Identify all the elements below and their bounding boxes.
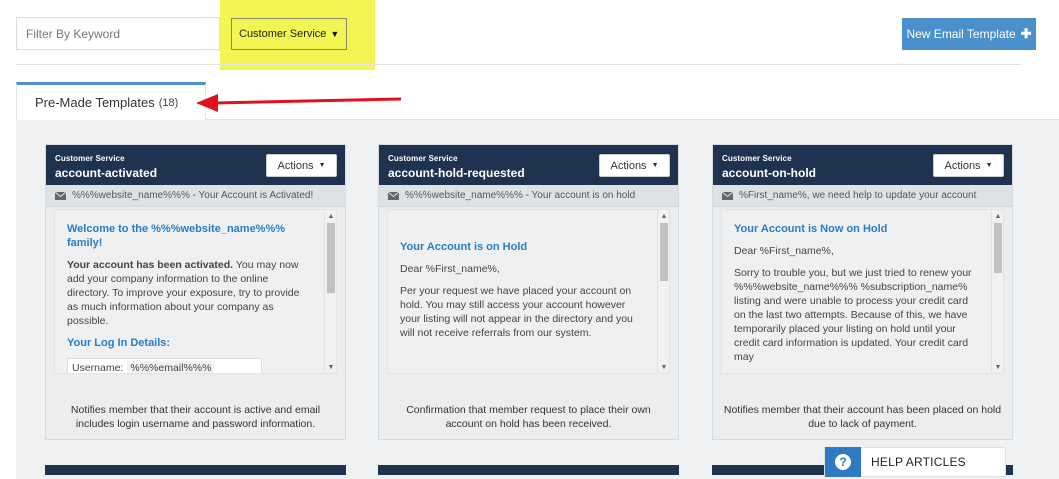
card-description: Confirmation that member request to plac… [406, 404, 651, 430]
caret-down-icon: ▼ [318, 162, 326, 169]
card-description: Notifies member that their account is ac… [70, 404, 321, 430]
email-preview[interactable]: Your Account is on Hold Dear %First_name… [387, 209, 670, 374]
preview-paragraph: Your account has been activated. You may… [67, 258, 306, 328]
email-subject-text: %%%website_name%%% - Your account is on … [405, 190, 636, 201]
toolbar-divider [16, 64, 1021, 65]
caret-down-icon: ▼ [330, 29, 340, 39]
preview-sub-heading: Your Log In Details: [67, 337, 171, 349]
preview-username-field: Username: %%%email%%% [67, 358, 262, 374]
scroll-up-icon[interactable]: ▲ [992, 210, 1003, 222]
email-subject: %First_name%, we need help to update you… [713, 185, 1012, 207]
scroll-up-icon[interactable]: ▲ [325, 210, 336, 222]
template-card-account-hold-requested: Customer Service account-hold-requested … [378, 144, 679, 440]
tab-pre-made-templates[interactable]: Pre-Made Templates (18) [16, 82, 206, 120]
help-articles-label: HELP ARTICLES [871, 455, 966, 469]
card-header: Customer Service account-hold-requested … [379, 145, 678, 185]
red-arrow-annotation [196, 94, 402, 112]
template-card-next-row [45, 465, 346, 475]
scroll-thumb[interactable] [994, 223, 1002, 273]
scroll-thumb[interactable] [327, 223, 335, 293]
preview-field-label: Username: [72, 362, 124, 374]
actions-label: Actions [944, 159, 981, 172]
email-preview[interactable]: Your Account is Now on Hold Dear %First_… [721, 209, 1004, 374]
template-card-next-row [378, 465, 679, 475]
template-card-account-activated: Customer Service account-activated Actio… [45, 144, 346, 440]
preview-greeting: Dear %First_name%, [400, 263, 500, 275]
scroll-thumb[interactable] [660, 223, 668, 281]
scroll-down-icon[interactable]: ▼ [992, 361, 1003, 373]
preview-scrollbar[interactable]: ▲ ▼ [324, 210, 336, 373]
email-subject-text: %%%website_name%%% - Your Account is Act… [72, 190, 314, 201]
preview-scrollbar[interactable]: ▲ ▼ [991, 210, 1003, 373]
tab-label: Pre-Made Templates [35, 95, 155, 110]
keyword-filter-input[interactable] [16, 17, 220, 50]
envelope-icon [722, 191, 733, 200]
caret-down-icon: ▼ [651, 162, 659, 169]
template-card-account-on-hold: Customer Service account-on-hold Actions… [712, 144, 1013, 440]
preview-paragraph-text: Sorry to trouble you, but we just tried … [734, 267, 972, 363]
actions-label: Actions [610, 159, 647, 172]
card-header: Customer Service account-on-hold Actions… [713, 145, 1012, 185]
email-subject-text: %First_name%, we need help to update you… [739, 190, 977, 201]
preview-heading: Welcome to the %%%website_name%%% family… [67, 223, 286, 249]
actions-button[interactable]: Actions ▼ [933, 154, 1004, 177]
new-email-template-button[interactable]: New Email Template ✚ [902, 18, 1036, 50]
email-subject: %%%website_name%%% - Your Account is Act… [46, 185, 345, 207]
actions-button[interactable]: Actions ▼ [599, 154, 670, 177]
preview-heading: Your Account is on Hold [400, 241, 528, 253]
question-icon: ? [835, 454, 851, 470]
envelope-icon [55, 191, 66, 200]
card-header: Customer Service account-activated Actio… [46, 145, 345, 185]
email-preview[interactable]: Welcome to the %%%website_name%%% family… [54, 209, 337, 374]
new-email-template-label: New Email Template [906, 27, 1016, 41]
preview-field-value: %%%email%%% [127, 361, 215, 373]
preview-heading: Your Account is Now on Hold [734, 223, 888, 235]
preview-greeting: Dear %First_name%, [734, 245, 834, 257]
envelope-icon [388, 191, 399, 200]
scroll-up-icon[interactable]: ▲ [658, 210, 669, 222]
scroll-down-icon[interactable]: ▼ [658, 361, 669, 373]
preview-scrollbar[interactable]: ▲ ▼ [657, 210, 669, 373]
category-select[interactable]: Customer Service ▼ [231, 18, 347, 50]
email-subject: %%%website_name%%% - Your account is on … [379, 185, 678, 207]
preview-paragraph-text: Per your request we have placed your acc… [400, 285, 633, 339]
actions-button[interactable]: Actions ▼ [266, 154, 337, 177]
actions-label: Actions [277, 159, 314, 172]
plus-icon: ✚ [1020, 26, 1032, 41]
card-description: Notifies member that their account has b… [723, 404, 1002, 430]
category-select-value: Customer Service [239, 28, 327, 40]
tab-count: (18) [158, 96, 179, 109]
scroll-down-icon[interactable]: ▼ [325, 361, 336, 373]
preview-bold-lead: Your account has been activated. [67, 259, 234, 271]
caret-down-icon: ▼ [985, 162, 993, 169]
